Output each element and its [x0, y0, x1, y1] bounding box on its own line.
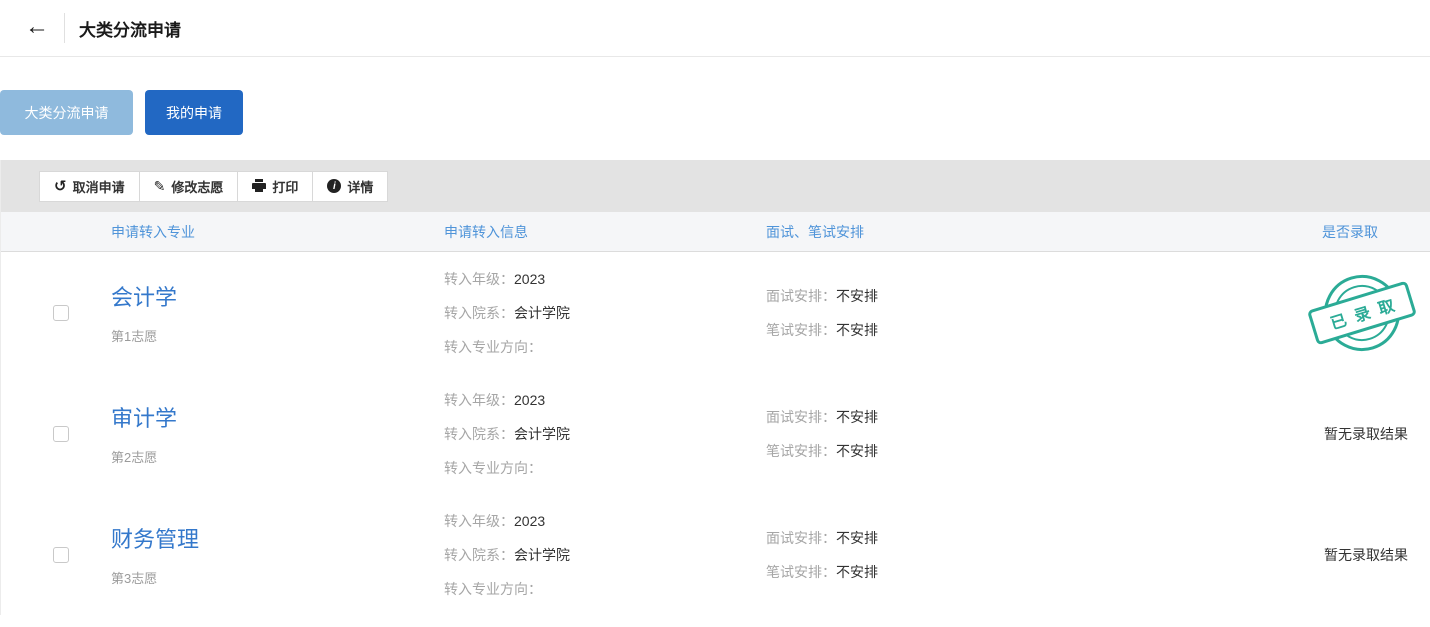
cancel-application-label: 取消申请: [73, 177, 125, 196]
interview-line: 面试安排：不安排: [766, 521, 1218, 555]
department-line: 转入院系：会计学院: [444, 296, 766, 330]
written-exam-line: 笔试安排：不安排: [766, 313, 1218, 347]
print-button[interactable]: 打印: [238, 171, 313, 202]
details-label: 详情: [347, 177, 373, 196]
exam-cell: 面试安排：不安排 笔试安排：不安排: [766, 494, 1218, 615]
department-line: 转入院系：会计学院: [444, 538, 766, 572]
header-transfer-info: 申请转入信息: [444, 222, 766, 242]
admission-text: 暂无录取结果: [1324, 545, 1408, 565]
toolbar: ↺ 取消申请 ✎ 修改志愿 打印 i 详情: [1, 160, 1430, 212]
admission-result-cell: 暂无录取结果: [1218, 373, 1408, 494]
department-line: 转入院系：会计学院: [444, 417, 766, 451]
major-link[interactable]: 会计学: [111, 280, 444, 312]
major-link[interactable]: 财务管理: [111, 522, 444, 554]
applications-panel: ↺ 取消申请 ✎ 修改志愿 打印 i 详情 申请转入专业 申请转入信息 面试、笔…: [0, 160, 1430, 615]
transfer-info-cell: 转入年级：2023 转入院系：会计学院 转入专业方向：: [444, 494, 766, 615]
written-exam-line: 笔试安排：不安排: [766, 434, 1218, 468]
page-header: ← 大类分流申请: [0, 0, 1430, 57]
tab-category-application[interactable]: 大类分流申请: [0, 90, 133, 135]
table-body: 会计学 第1志愿 转入年级：2023 转入院系：会计学院 转入专业方向： 面试安…: [1, 252, 1430, 615]
cancel-application-button[interactable]: ↺ 取消申请: [39, 171, 140, 202]
major-direction-line: 转入专业方向：: [444, 572, 766, 606]
back-arrow-icon[interactable]: ←: [25, 15, 49, 41]
preference-label: 第3志愿: [111, 568, 444, 587]
grade-line: 转入年级：2023: [444, 383, 766, 417]
header-divider: [64, 13, 65, 43]
major-cell: 审计学 第2志愿: [111, 373, 444, 494]
transfer-info-cell: 转入年级：2023 转入院系：会计学院 转入专业方向：: [444, 373, 766, 494]
interview-line: 面试安排：不安排: [766, 400, 1218, 434]
printer-icon: [252, 179, 266, 193]
exam-cell: 面试安排：不安排 笔试安排：不安排: [766, 252, 1218, 373]
page-title: 大类分流申请: [79, 16, 181, 41]
toolbar-button-group: ↺ 取消申请 ✎ 修改志愿 打印 i 详情: [39, 171, 388, 202]
table-header-row: 申请转入专业 申请转入信息 面试、笔试安排 是否录取: [1, 212, 1430, 252]
row-checkbox[interactable]: [53, 547, 69, 563]
checkbox-cell: [53, 494, 111, 615]
major-link[interactable]: 审计学: [111, 401, 444, 433]
info-icon: i: [327, 179, 341, 193]
admission-result-cell: 已录取: [1218, 252, 1408, 373]
table-row: 会计学 第1志愿 转入年级：2023 转入院系：会计学院 转入专业方向： 面试安…: [1, 252, 1430, 373]
header-admission-result: 是否录取: [1218, 222, 1408, 242]
major-direction-line: 转入专业方向：: [444, 451, 766, 485]
checkbox-cell: [53, 373, 111, 494]
details-button[interactable]: i 详情: [313, 171, 388, 202]
header-target-major: 申请转入专业: [111, 222, 444, 242]
exam-cell: 面试安排：不安排 笔试安排：不安排: [766, 373, 1218, 494]
preference-label: 第2志愿: [111, 447, 444, 466]
pencil-icon: ✎: [154, 179, 166, 193]
written-exam-line: 笔试安排：不安排: [766, 555, 1218, 589]
major-cell: 会计学 第1志愿: [111, 252, 444, 373]
undo-icon: ↺: [54, 179, 67, 194]
preference-label: 第1志愿: [111, 326, 444, 345]
modify-preference-label: 修改志愿: [171, 177, 223, 196]
table-row: 审计学 第2志愿 转入年级：2023 转入院系：会计学院 转入专业方向： 面试安…: [1, 373, 1430, 494]
modify-preference-button[interactable]: ✎ 修改志愿: [140, 171, 239, 202]
admission-result-cell: 暂无录取结果: [1218, 494, 1408, 615]
tab-my-application[interactable]: 我的申请: [145, 90, 243, 135]
header-exam-arrangement: 面试、笔试安排: [766, 222, 1218, 242]
admission-text: 暂无录取结果: [1324, 424, 1408, 444]
row-checkbox[interactable]: [53, 305, 69, 321]
grade-line: 转入年级：2023: [444, 262, 766, 296]
transfer-info-cell: 转入年级：2023 转入院系：会计学院 转入专业方向：: [444, 252, 766, 373]
admitted-stamp: 已录取: [1306, 259, 1419, 366]
major-direction-line: 转入专业方向：: [444, 330, 766, 364]
checkbox-cell: [53, 252, 111, 373]
table-row: 财务管理 第3志愿 转入年级：2023 转入院系：会计学院 转入专业方向： 面试…: [1, 494, 1430, 615]
interview-line: 面试安排：不安排: [766, 279, 1218, 313]
print-label: 打印: [272, 177, 298, 196]
grade-line: 转入年级：2023: [444, 504, 766, 538]
major-cell: 财务管理 第3志愿: [111, 494, 444, 615]
row-checkbox[interactable]: [53, 426, 69, 442]
tab-bar: 大类分流申请 我的申请: [0, 90, 1430, 135]
